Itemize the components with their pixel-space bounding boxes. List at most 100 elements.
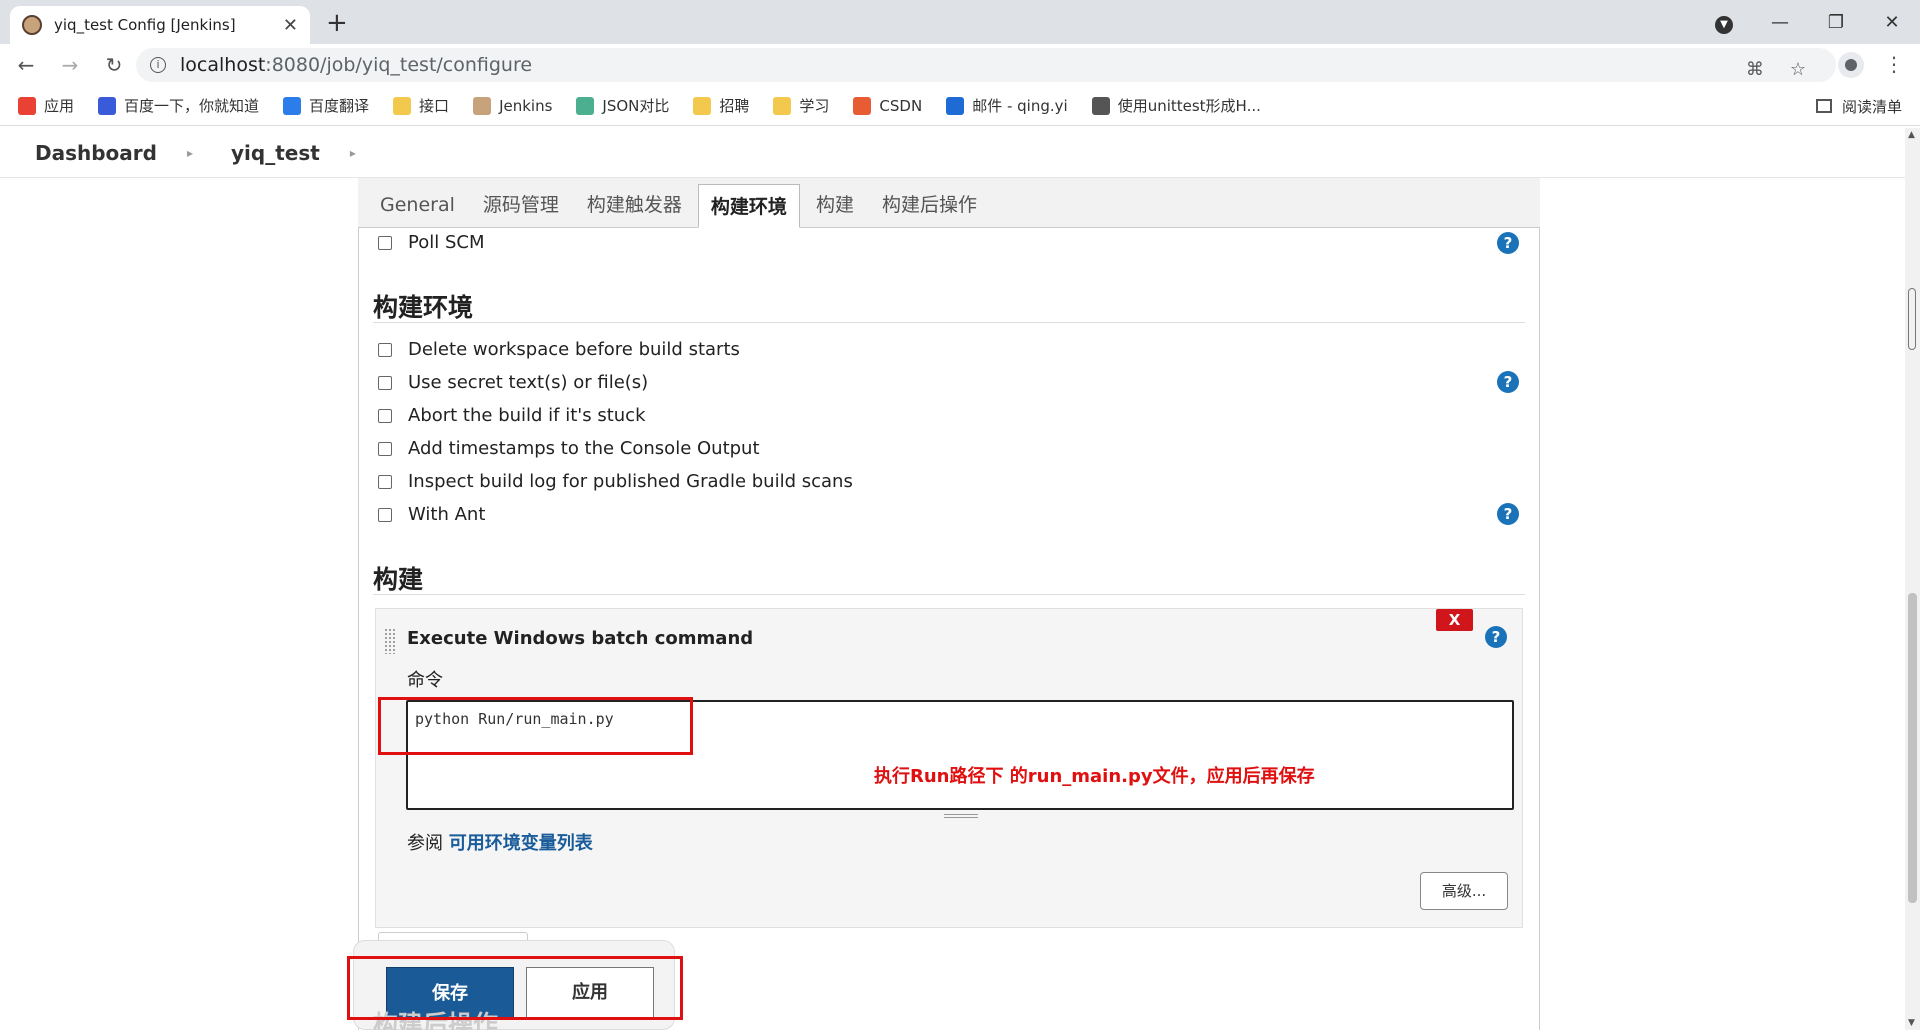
tab-build-env[interactable]: 构建环境	[697, 184, 800, 228]
translate-icon[interactable]: ⌘	[1746, 59, 1764, 80]
bookmark-label: 百度翻译	[309, 97, 370, 115]
profile-avatar-icon[interactable]	[1838, 52, 1864, 78]
env-vars-prefix: 参阅	[407, 833, 443, 854]
section-divider	[373, 322, 1525, 323]
checkbox[interactable]	[378, 507, 392, 522]
env-option-secret-text[interactable]: Use secret text(s) or file(s)	[378, 372, 648, 393]
env-option-timestamps[interactable]: Add timestamps to the Console Output	[378, 438, 760, 459]
delete-step-button[interactable]: X	[1436, 609, 1473, 631]
bookmark-item[interactable]: 招聘	[693, 95, 749, 116]
breadcrumb-dashboard[interactable]: Dashboard	[35, 141, 157, 165]
help-icon[interactable]: ?	[1497, 371, 1519, 393]
bookmark-icon	[773, 96, 792, 115]
forward-icon[interactable]: →	[52, 53, 88, 77]
option-label: Abort the build if it's stuck	[408, 405, 646, 426]
browser-tab[interactable]: yiq_test Config [Jenkins] ✕	[10, 6, 310, 44]
bookmark-icon	[1091, 96, 1110, 115]
poll-scm-label: Poll SCM	[408, 232, 485, 253]
drag-handle-icon[interactable]	[384, 628, 396, 654]
bookmark-item[interactable]: 接口	[393, 95, 449, 116]
env-option-delete-workspace[interactable]: Delete workspace before build starts	[378, 339, 740, 360]
browser-toolbar: ← → ↻ i localhost:8080/job/yiq_test/conf…	[0, 44, 1920, 86]
checkbox[interactable]	[378, 441, 392, 456]
bookmark-item[interactable]: 百度一下，你就知道	[98, 95, 259, 116]
bookmark-icon	[18, 96, 36, 115]
minimize-icon[interactable]: —	[1752, 12, 1808, 33]
page-scrollbar[interactable]: ▲ ▼	[1905, 128, 1920, 1030]
site-info-icon[interactable]: i	[150, 57, 166, 73]
scroll-down-icon[interactable]: ▼	[1908, 1018, 1915, 1028]
overlay-scroll-indicator	[1908, 288, 1916, 350]
bookmark-star-icon[interactable]: ☆	[1790, 59, 1806, 80]
tab-post-build[interactable]: 构建后操作	[870, 183, 989, 227]
bookmark-icon	[473, 96, 492, 115]
poll-scm-option[interactable]: Poll SCM	[378, 232, 484, 253]
bookmark-icon	[283, 96, 302, 115]
close-tab-icon[interactable]: ✕	[283, 15, 298, 36]
bookmark-label: JSON对比	[602, 97, 670, 115]
scrollbar-thumb[interactable]	[1908, 593, 1917, 903]
checkbox[interactable]	[378, 474, 392, 489]
bookmark-item[interactable]: CSDN	[853, 96, 923, 115]
help-icon[interactable]: ?	[1497, 232, 1519, 254]
scroll-up-icon[interactable]: ▲	[1908, 130, 1915, 140]
bookmark-icon	[576, 96, 595, 115]
option-label: Use secret text(s) or file(s)	[408, 372, 649, 393]
bookmark-item[interactable]: JSON对比	[576, 95, 669, 116]
tab-scm[interactable]: 源码管理	[471, 183, 571, 227]
reading-list-icon	[1815, 99, 1832, 113]
bookmark-label: 邮件 - qing.yi	[972, 97, 1068, 115]
bookmark-label: CSDN	[879, 96, 923, 115]
close-window-icon[interactable]: ✕	[1864, 12, 1920, 33]
new-tab-button[interactable]: +	[326, 8, 348, 38]
bookmark-item[interactable]: 使用unittest形成H...	[1091, 95, 1261, 116]
address-bar[interactable]: i localhost:8080/job/yiq_test/configure …	[136, 48, 1836, 82]
build-step-title: Execute Windows batch command	[407, 628, 754, 649]
checkbox[interactable]	[378, 408, 392, 423]
bookmark-label: 学习	[799, 97, 830, 115]
bookmark-icon	[98, 96, 117, 115]
breadcrumb-job[interactable]: yiq_test	[231, 141, 320, 165]
tab-build[interactable]: 构建	[804, 183, 866, 227]
help-icon[interactable]: ?	[1485, 626, 1507, 648]
tab-title: yiq_test Config [Jenkins]	[54, 16, 236, 34]
build-env-title: 构建环境	[373, 293, 474, 322]
bookmark-label: 接口	[419, 97, 450, 115]
bookmark-item[interactable]: 学习	[773, 95, 829, 116]
breadcrumb-separator-icon[interactable]: ▸	[350, 146, 356, 160]
option-label: With Ant	[408, 504, 486, 525]
env-option-abort-stuck[interactable]: Abort the build if it's stuck	[378, 405, 646, 426]
bookmark-label: 招聘	[719, 97, 750, 115]
bookmarks-bar: 应用 百度一下，你就知道 百度翻译 接口 Jenkins JSON对比 招聘 学习 CSDN 邮件…	[0, 86, 1920, 126]
menu-kebab-icon[interactable]: ⋮	[1884, 52, 1904, 76]
tab-general[interactable]: General	[368, 183, 467, 227]
bookmark-label: 使用unittest形成H...	[1117, 97, 1261, 115]
checkbox[interactable]	[378, 375, 392, 390]
bookmark-item[interactable]: 邮件 - qing.yi	[946, 95, 1068, 116]
window-controls: ▼ — ❐ ✕	[1696, 0, 1920, 44]
advanced-button[interactable]: 高级...	[1420, 872, 1508, 910]
help-icon[interactable]: ?	[1497, 503, 1519, 525]
command-label: 命令	[407, 670, 443, 691]
downloads-icon[interactable]: ▼	[1696, 11, 1752, 34]
back-icon[interactable]: ←	[8, 53, 44, 77]
bookmark-item[interactable]: 百度翻译	[283, 95, 369, 116]
build-title: 构建	[373, 565, 424, 594]
bookmark-icon	[946, 96, 965, 115]
breadcrumb-separator-icon[interactable]: ▸	[187, 146, 193, 160]
env-vars-hint: 参阅 可用环境变量列表	[407, 829, 593, 855]
checkbox[interactable]	[378, 342, 392, 357]
bookmark-item[interactable]: Jenkins	[473, 96, 552, 115]
tab-triggers[interactable]: 构建触发器	[575, 183, 694, 227]
env-vars-link[interactable]: 可用环境变量列表	[449, 833, 593, 854]
reading-list[interactable]: 阅读清单	[1815, 86, 1902, 126]
env-option-with-ant[interactable]: With Ant	[378, 504, 485, 525]
reload-icon[interactable]: ↻	[96, 53, 132, 77]
jenkins-favicon-icon	[22, 15, 42, 35]
browser-tabstrip: yiq_test Config [Jenkins] ✕ + ▼ — ❐ ✕	[0, 0, 1920, 44]
bookmark-item[interactable]: 应用	[18, 95, 74, 116]
poll-scm-checkbox[interactable]	[378, 235, 392, 250]
env-option-gradle-scans[interactable]: Inspect build log for published Gradle b…	[378, 471, 853, 492]
textarea-resize-grip[interactable]	[944, 814, 978, 818]
maximize-icon[interactable]: ❐	[1808, 12, 1864, 33]
